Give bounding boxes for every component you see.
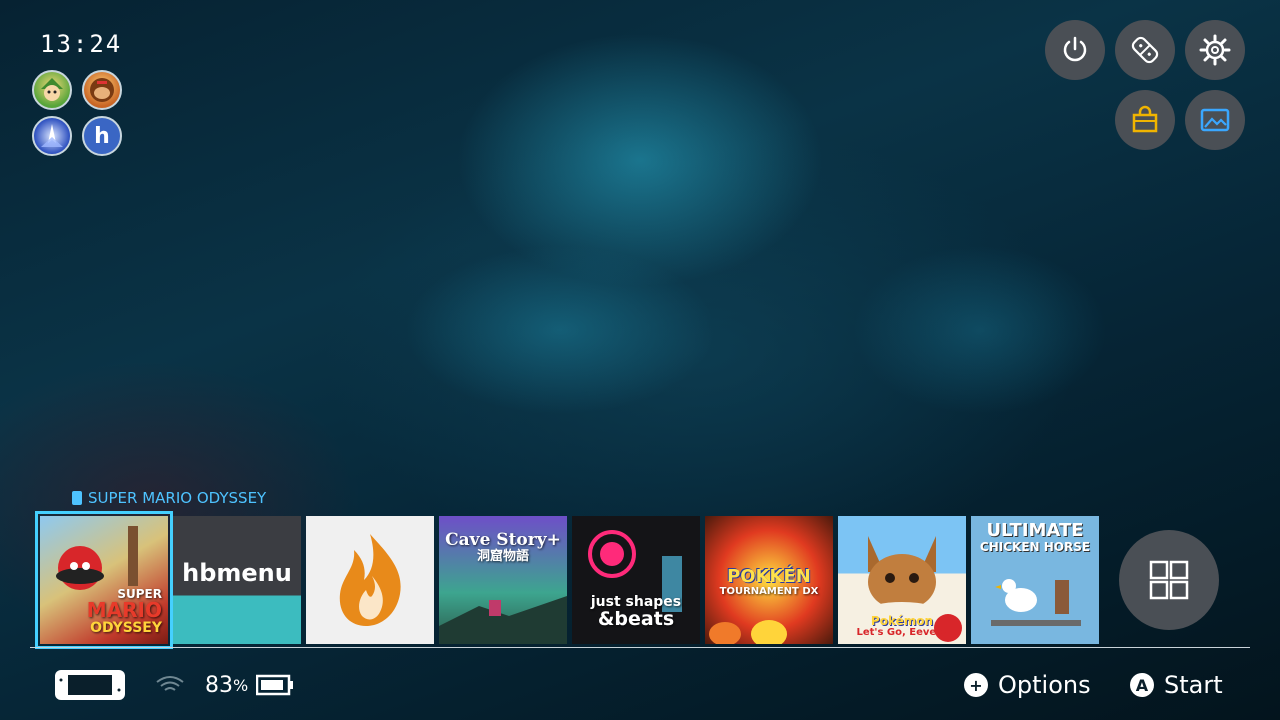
start-hint[interactable]: A Start xyxy=(1130,668,1223,702)
user-avatar-starfox[interactable] xyxy=(32,116,72,156)
eevee-tile-line1: Pokémon xyxy=(870,613,934,628)
eshop-button[interactable] xyxy=(1115,90,1175,150)
jsab-tile-line2: &beats xyxy=(597,608,675,631)
battery-status: 83% xyxy=(205,668,294,702)
user-avatar-link[interactable] xyxy=(32,70,72,110)
mario-tile-line3: ODYSSEY xyxy=(90,620,162,637)
options-hint-label: Options xyxy=(998,671,1091,699)
start-hint-label: Start xyxy=(1164,671,1223,699)
tile-pokken-dx[interactable]: POKKÉN TOURNAMENT DX xyxy=(705,516,833,644)
link-avatar-icon xyxy=(41,78,63,101)
pokken-tile-line1: POKKÉN xyxy=(727,566,811,587)
tile-super-mario-odyssey[interactable]: SUPER MARIO ODYSSEY xyxy=(35,511,173,649)
wifi-icon xyxy=(156,676,184,691)
tile-hbmenu[interactable]: hbmenu xyxy=(173,516,301,644)
settings-button[interactable] xyxy=(1185,20,1245,80)
user-list: h xyxy=(32,70,128,156)
album-button[interactable] xyxy=(1185,90,1245,150)
eevee-tile-line2: Let's Go, Eevee! xyxy=(856,626,948,638)
tile-ultimate-chicken-horse[interactable]: ULTIMATE CHICKEN HORSE xyxy=(971,516,1099,644)
homebrew-avatar-letter: h xyxy=(94,123,110,149)
shopping-bag-icon xyxy=(1132,105,1158,133)
chicken-art-icon xyxy=(991,579,1081,626)
battery-percent-unit: % xyxy=(233,675,249,695)
arwing-avatar-icon xyxy=(41,124,63,147)
selected-game-title-text: SUPER MARIO ODYSSEY xyxy=(88,489,267,507)
user-avatar-dk[interactable] xyxy=(82,70,122,110)
plus-button-icon: + xyxy=(964,673,988,697)
selected-game-title: SUPER MARIO ODYSSEY xyxy=(72,489,266,507)
tile-cave-story[interactable]: Cave Story+ 洞窟物語 xyxy=(439,516,567,644)
pokken-tile-line2: TOURNAMENT DX xyxy=(719,585,819,597)
power-icon xyxy=(1063,36,1087,62)
controller-icon xyxy=(1131,36,1159,64)
grid-icon xyxy=(1149,560,1189,600)
bottom-divider xyxy=(30,647,1250,648)
mario-tile-line2: MARIO xyxy=(86,598,162,623)
console-mode-indicator xyxy=(54,668,126,702)
battery-percent: 83 xyxy=(205,672,233,698)
pikachu-art-icon xyxy=(709,620,787,644)
flame-icon xyxy=(339,534,401,626)
album-icon xyxy=(1200,108,1230,132)
game-tiles-row: SUPER MARIO ODYSSEY hbmenu Cave Story+ 洞… xyxy=(35,511,1099,649)
tile-just-shapes-beats[interactable]: just shapes &beats xyxy=(572,516,700,644)
all-software-button[interactable] xyxy=(1119,530,1219,630)
dk-avatar-icon xyxy=(90,78,114,102)
user-avatar-homebrew[interactable]: h xyxy=(82,116,122,156)
battery-icon xyxy=(256,674,294,696)
tile-pokemon-eevee[interactable]: Pokémon Let's Go, Eevee! xyxy=(838,516,966,644)
controllers-button[interactable] xyxy=(1115,20,1175,80)
clock: 13:24 xyxy=(40,30,123,58)
cave-story-art-icon xyxy=(439,596,567,644)
options-hint[interactable]: + Options xyxy=(964,668,1091,702)
switch-console-icon xyxy=(55,670,125,700)
a-button-icon: A xyxy=(1130,673,1154,697)
tile-flame-app[interactable] xyxy=(306,516,434,644)
gear-icon xyxy=(1199,34,1231,66)
wifi-indicator xyxy=(155,668,185,702)
game-card-icon xyxy=(72,491,82,505)
hbmenu-tile-label: hbmenu xyxy=(182,559,292,588)
power-button[interactable] xyxy=(1045,20,1105,80)
